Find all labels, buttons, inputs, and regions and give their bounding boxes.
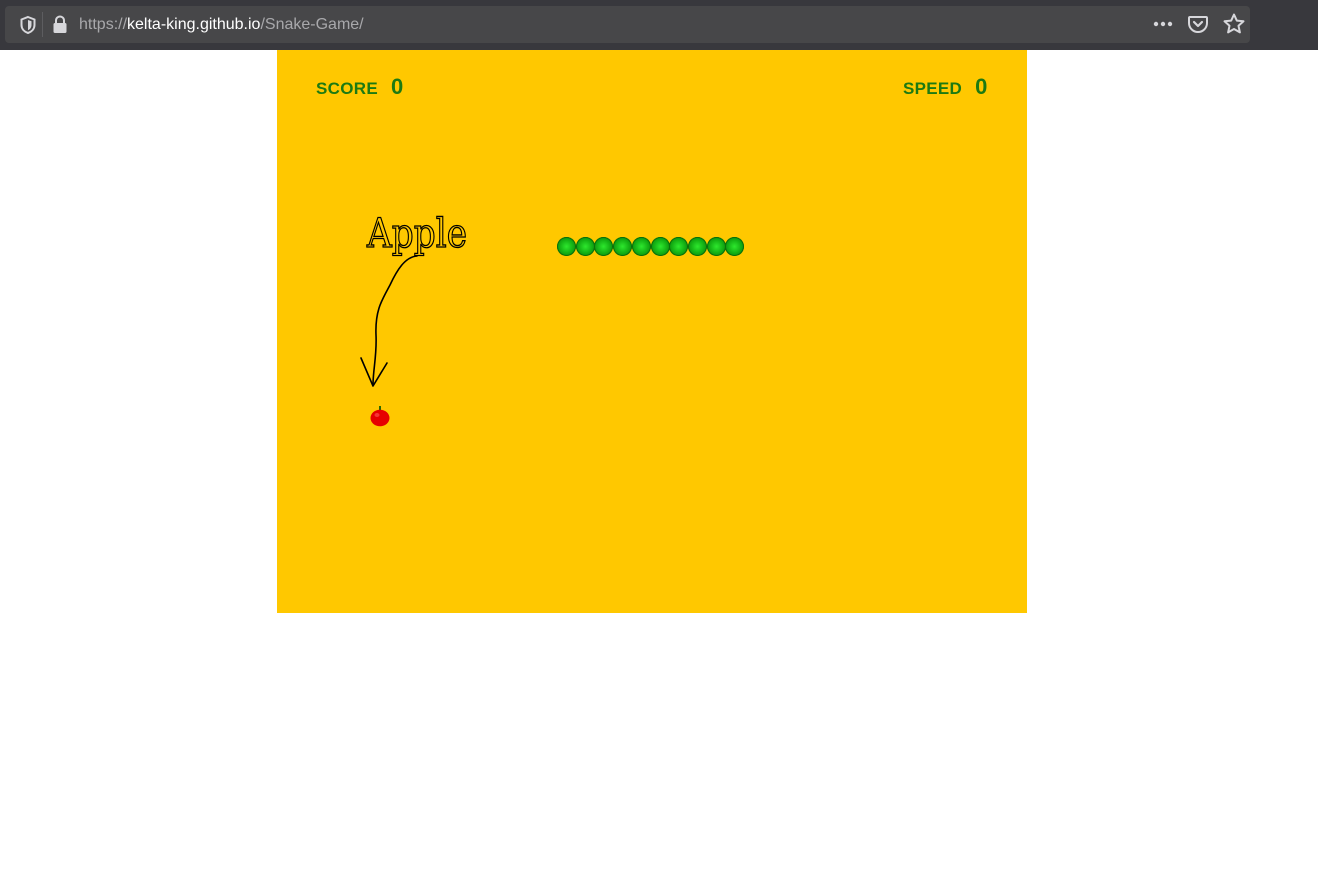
url-scheme: https:// xyxy=(79,16,128,33)
snake xyxy=(557,237,745,256)
speed-label: SPEED xyxy=(903,79,963,98)
address-bar[interactable]: https://kelta-king.github.io/Snake-Game/ xyxy=(5,6,1250,43)
tracking-protection-shield-icon[interactable] xyxy=(18,15,38,35)
snake-segment xyxy=(687,237,707,256)
snake-segment xyxy=(650,237,670,256)
score-value: 0 xyxy=(390,74,404,99)
arrow-line xyxy=(372,255,418,386)
handwritten-apple-annotation: Apple xyxy=(360,210,468,387)
apple-food-icon xyxy=(370,406,390,427)
lock-icon[interactable] xyxy=(51,15,69,35)
snake-segment xyxy=(631,237,651,256)
pocket-icon[interactable] xyxy=(1187,13,1209,35)
snake-segment xyxy=(725,237,745,256)
snake-segment xyxy=(575,237,595,256)
snake-segment xyxy=(557,237,576,256)
game-board[interactable]: SCORE 0 SPEED 0 Apple xyxy=(277,50,1027,613)
snake-segment xyxy=(669,237,689,256)
snake-segment xyxy=(706,237,726,256)
url-text[interactable]: https://kelta-king.github.io/Snake-Game/ xyxy=(79,15,364,35)
snake-segment xyxy=(594,237,614,256)
browser-toolbar: https://kelta-king.github.io/Snake-Game/ xyxy=(0,0,1318,50)
page-actions-more-icon[interactable] xyxy=(1151,14,1175,34)
speed-value: 0 xyxy=(975,74,988,99)
bookmark-star-icon[interactable] xyxy=(1222,12,1246,36)
snake-segment xyxy=(613,237,633,256)
score-label: SCORE xyxy=(316,79,378,98)
speed-display: SPEED 0 xyxy=(903,74,987,100)
address-bar-divider xyxy=(42,12,43,37)
url-host: kelta-king.github.io xyxy=(127,16,261,33)
url-path: /Snake-Game/ xyxy=(260,16,364,33)
score-display: SCORE 0 xyxy=(316,74,403,100)
apple-annotation-text: Apple xyxy=(366,211,467,257)
